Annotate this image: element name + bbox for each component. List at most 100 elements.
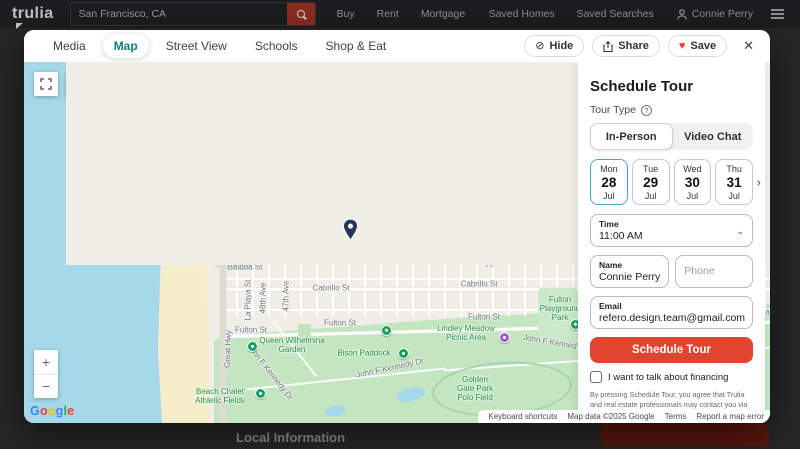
next-dates-button[interactable]: › [757, 175, 761, 190]
map-label-beach-chalet: Beach Chalet Athletic Fields [195, 387, 245, 405]
map-label-john-f-kenned: John F Kenned [522, 333, 577, 351]
map-label-cabrillo-st: Cabrillo St [313, 283, 350, 292]
date-mon-28[interactable]: Mon28Jul [590, 159, 628, 205]
picnic-area-icon [499, 332, 510, 343]
email-field[interactable]: Email refero.design.team@gmail.com [590, 296, 753, 329]
tab-shop-eat[interactable]: Shop & Eat [315, 34, 398, 58]
google-logo: Google [30, 404, 74, 418]
map-label-john-f-kennedy-dr: John F Kennedy Dr [355, 356, 424, 379]
chevron-down-icon: ⌄ [736, 226, 744, 237]
map-label-47th-ave: 47th Ave [281, 281, 290, 312]
modal-tabs: MediaMapStreet ViewSchoolsShop & Eat [42, 34, 403, 58]
tour-type-in-person[interactable]: In-Person [590, 123, 673, 150]
checkbox[interactable] [590, 371, 602, 383]
financing-checkbox-row[interactable]: I want to talk about financing [590, 371, 753, 383]
date-wed-30[interactable]: Wed30Jul [674, 159, 712, 205]
park-pond [395, 385, 427, 405]
bison-paddock-icon [398, 348, 409, 359]
attribution-map-data-2025-google[interactable]: Map data ©2025 Google [567, 412, 654, 421]
dimmed-schedule-button [601, 424, 769, 446]
road-jfk-dr [273, 321, 318, 377]
fullscreen-button[interactable] [34, 72, 58, 96]
map[interactable]: SEA CLIFFSUTRO HEIGHTSVISTA DEL MAROUTER… [24, 62, 770, 423]
attribution-report-a-map-error[interactable]: Report a map error [696, 412, 764, 421]
menu-icon[interactable] [771, 7, 784, 22]
map-label-48th-ave: 48th Ave [258, 283, 267, 314]
map-attribution: Keyboard shortcuts Map data ©2025 Google T… [478, 410, 770, 423]
person-icon [677, 9, 687, 20]
zoom-out-button[interactable]: − [34, 374, 58, 399]
phone-placeholder: Phone [684, 260, 744, 281]
map-label-fulton: Fulton Playground Park [540, 295, 580, 323]
zoom-in-button[interactable]: + [34, 350, 58, 374]
tour-type-row: Tour Type ? [590, 104, 753, 116]
map-label-bison-paddock: Bison Paddock [337, 348, 390, 357]
user-menu[interactable]: Connie Perry [677, 8, 753, 20]
panel-title: Schedule Tour [590, 78, 753, 95]
nav-mortgage[interactable]: Mortgage [421, 8, 465, 20]
share-button[interactable]: Share [592, 35, 660, 57]
map-label-fulton-st: Fulton St [324, 318, 356, 327]
user-name: Connie Perry [692, 8, 753, 20]
screen: trulia San Francisco, CA Buy Rent Mortgage… [0, 0, 800, 449]
map-label-la-playa-st: La Playa St [243, 280, 252, 321]
share-icon [603, 41, 613, 52]
name-field[interactable]: Name Connie Perry [590, 255, 669, 288]
close-icon[interactable]: ✕ [739, 38, 758, 54]
map-label-lindley-meadow: Lindley Meadow Picnic Area [437, 324, 495, 342]
tab-map[interactable]: Map [103, 34, 149, 58]
site-header: trulia San Francisco, CA Buy Rent Mortgage… [0, 0, 800, 28]
hide-icon: ⊘ [535, 41, 544, 52]
nav-rent[interactable]: Rent [377, 8, 399, 20]
trulia-logo[interactable]: trulia [12, 5, 54, 23]
search-bar[interactable]: San Francisco, CA [70, 2, 316, 26]
hide-button[interactable]: ⊘ Hide [524, 35, 584, 57]
heart-icon: ♥ [679, 41, 686, 52]
modal-actions: ⊘ Hide Share ♥ Save ✕ [524, 35, 758, 57]
garden-icon [247, 341, 258, 352]
tour-type-segmented-control: In-PersonVideo Chat [590, 123, 753, 150]
tab-schools[interactable]: Schools [244, 34, 309, 58]
primary-nav: Buy Rent Mortgage [326, 8, 477, 20]
search-input[interactable]: San Francisco, CA [79, 8, 167, 20]
date-tue-29[interactable]: Tue29Jul [632, 159, 670, 205]
search-button[interactable] [287, 3, 315, 25]
fullscreen-icon [40, 78, 52, 90]
help-icon[interactable]: ? [641, 105, 652, 116]
date-thu-31[interactable]: Thu31Jul [715, 159, 753, 205]
mini-park [298, 324, 311, 337]
schedule-tour-button[interactable]: Schedule Tour [590, 337, 753, 363]
road-jfk-dr [246, 368, 445, 391]
athletic-fields-icon [255, 388, 266, 399]
phone-field[interactable]: Phone [675, 255, 753, 288]
map-label-golden: Golden Gate Park Polo Field [457, 375, 493, 403]
property-map-pin[interactable] [343, 219, 358, 246]
local-information-heading: Local Information [236, 430, 345, 445]
map-label-fulton-st: Fulton St [468, 312, 500, 321]
nav-saved-searches[interactable]: Saved Searches [577, 8, 654, 20]
listing-modal: MediaMapStreet ViewSchoolsShop & Eat ⊘ H… [24, 30, 770, 423]
tab-media[interactable]: Media [42, 34, 97, 58]
save-button[interactable]: ♥ Save [668, 35, 727, 57]
schedule-tour-panel: Schedule Tour Tour Type ? In-PersonVideo… [578, 62, 765, 423]
nav-buy[interactable]: Buy [337, 8, 355, 20]
date-picker: Mon28JulTue29JulWed30JulThu31Jul› [590, 159, 753, 205]
time-select[interactable]: Time 11:00 AM ⌄ [590, 214, 753, 247]
park-pond [323, 405, 346, 418]
map-label-great-hwy: Great Hwy [223, 330, 234, 368]
nav-saved-homes[interactable]: Saved Homes [489, 8, 555, 20]
zoom-control: + − [34, 350, 58, 398]
tour-type-video-chat[interactable]: Video Chat [673, 123, 754, 150]
tab-street-view[interactable]: Street View [155, 34, 238, 58]
map-label-fulton-st: Fulton St [235, 325, 267, 334]
secondary-nav: Saved Homes Saved Searches [478, 8, 665, 20]
map-label-cabrillo-st: Cabrillo St [461, 279, 498, 288]
fulton-playground-area [538, 288, 578, 340]
attribution-keyboard-shortcuts[interactable]: Keyboard shortcuts [488, 412, 557, 421]
tree-icon: ♣ [381, 325, 392, 336]
search-icon [297, 10, 305, 18]
map-label-queen-wilhelmina: Queen Wilhelmina Garden [259, 336, 324, 354]
modal-header: MediaMapStreet ViewSchoolsShop & Eat ⊘ H… [24, 30, 770, 62]
map-label-john-f-kennedy-dr: John F Kennedy Dr [245, 342, 295, 402]
attribution-terms[interactable]: Terms [665, 412, 687, 421]
